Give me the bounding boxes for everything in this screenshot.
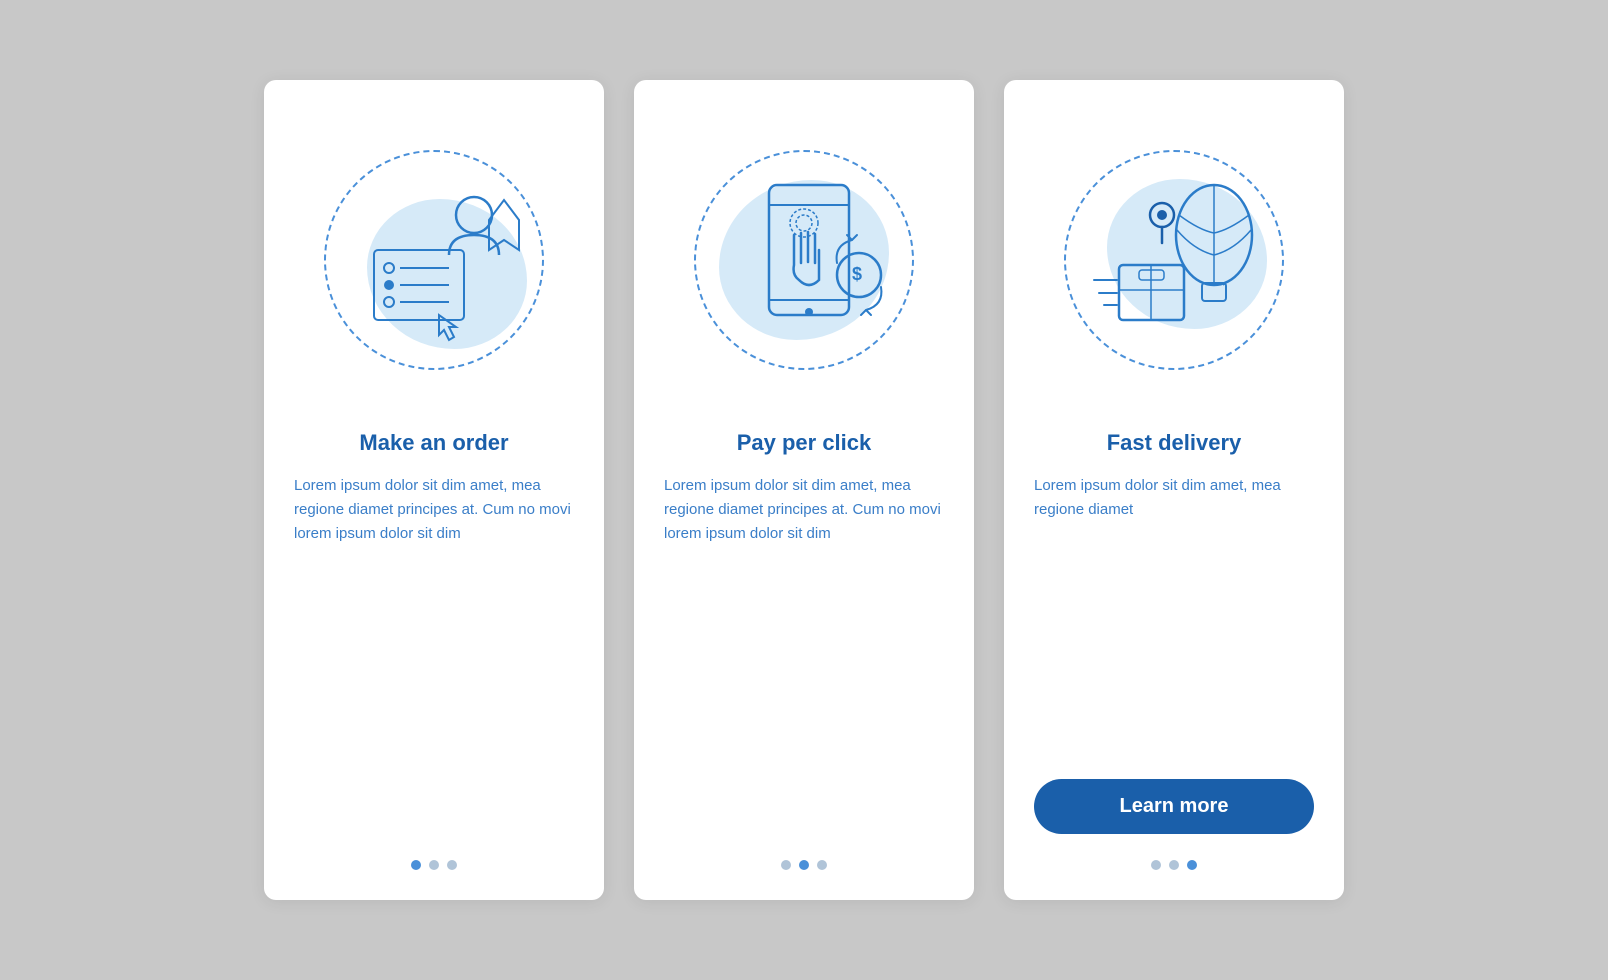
cards-container: Make an order Lorem ipsum dolor sit dim …: [224, 40, 1384, 940]
card-text-fast-delivery: Lorem ipsum dolor sit dim amet, mea regi…: [1034, 474, 1314, 755]
card-title-fast-delivery: Fast delivery: [1107, 430, 1242, 456]
delivery-icon: [1069, 155, 1279, 365]
card-fast-delivery: Fast delivery Lorem ipsum dolor sit dim …: [1004, 80, 1344, 900]
dot-1-3[interactable]: [447, 860, 457, 870]
card-text-pay-per-click: Lorem ipsum dolor sit dim amet, mea regi…: [664, 474, 944, 826]
card-bottom-3: Learn more: [1034, 779, 1314, 870]
order-icon: [334, 160, 534, 360]
dot-3-2[interactable]: [1169, 860, 1179, 870]
dot-3-3[interactable]: [1187, 860, 1197, 870]
card-make-an-order: Make an order Lorem ipsum dolor sit dim …: [264, 80, 604, 900]
dots-1: [411, 850, 457, 870]
illustration-fast-delivery: [1044, 120, 1304, 400]
card-bottom-2: [664, 850, 944, 870]
learn-more-button[interactable]: Learn more: [1034, 779, 1314, 834]
dot-3-1[interactable]: [1151, 860, 1161, 870]
dot-2-2[interactable]: [799, 860, 809, 870]
card-text-make-an-order: Lorem ipsum dolor sit dim amet, mea regi…: [294, 474, 574, 826]
card-bottom-1: [294, 850, 574, 870]
dot-1-2[interactable]: [429, 860, 439, 870]
dots-2: [781, 850, 827, 870]
svg-text:$: $: [852, 264, 862, 284]
dots-3: [1151, 850, 1197, 870]
illustration-pay-per-click: $: [674, 120, 934, 400]
card-pay-per-click: $ Pay per click Lorem ipsum dolor sit di…: [634, 80, 974, 900]
dot-1-1[interactable]: [411, 860, 421, 870]
illustration-make-an-order: [304, 120, 564, 400]
pay-icon: $: [704, 155, 904, 365]
card-title-pay-per-click: Pay per click: [737, 430, 872, 456]
dot-2-1[interactable]: [781, 860, 791, 870]
dot-2-3[interactable]: [817, 860, 827, 870]
card-title-make-an-order: Make an order: [359, 430, 508, 456]
